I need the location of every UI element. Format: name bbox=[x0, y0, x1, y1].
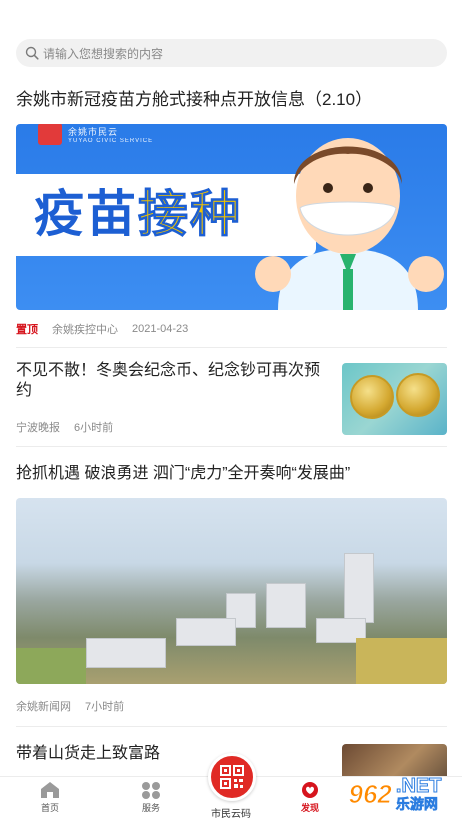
watermark-number: 962 bbox=[348, 779, 392, 810]
article-title: 余姚市新冠疫苗方舱式接种点开放信息（2.10） bbox=[16, 90, 373, 109]
article-time: 2021-04-23 bbox=[132, 323, 189, 335]
field bbox=[16, 648, 86, 684]
tab-services-label: 服务 bbox=[141, 803, 160, 813]
watermark-cn: 乐游网 bbox=[395, 795, 439, 812]
tab-home-label: 首页 bbox=[40, 803, 59, 813]
building bbox=[344, 553, 374, 623]
services-icon bbox=[142, 782, 160, 799]
pinned-badge: 置顶 bbox=[16, 324, 38, 336]
hero-text-part1: 疫苗 bbox=[34, 186, 138, 242]
article-image-vaccine: 余姚市民云 YUYAO CIVIC SERVICE 疫苗接种 bbox=[16, 124, 447, 310]
yuyao-civic-logo: 余姚市民云 YUYAO CIVIC SERVICE bbox=[38, 124, 188, 145]
doctor-illustration bbox=[255, 138, 444, 310]
article-thumbnail-coins bbox=[342, 363, 447, 435]
article-card-coins[interactable]: 不见不散！冬奥会纪念币、纪念钞可再次预约 宁波晚报 6小时前 bbox=[16, 362, 447, 435]
news-feed: 余姚市新冠疫苗方舱式接种点开放信息（2.10） 余姚市民云 YUYAO CIVI… bbox=[16, 80, 447, 804]
search-bar[interactable]: 请输入您想搜索的内容 bbox=[16, 39, 447, 67]
qr-code-icon bbox=[220, 765, 244, 789]
article-meta: 宁波晚报 6小时前 bbox=[16, 419, 326, 435]
discover-icon bbox=[302, 782, 318, 798]
home-icon bbox=[41, 782, 59, 798]
building bbox=[86, 638, 166, 668]
article-card-simen[interactable]: 抢抓机遇 破浪勇进 泗门“虎力”全开奏响“发展曲” 余姚新闻网 7小时前 bbox=[16, 462, 447, 714]
article-meta: 余姚新闻网 7小时前 bbox=[16, 698, 447, 714]
hero-text: 疫苗接种 bbox=[34, 182, 242, 246]
article-time: 6小时前 bbox=[74, 422, 114, 434]
article-source: 余姚疾控中心 bbox=[52, 324, 118, 336]
divider bbox=[16, 347, 447, 348]
article-source: 宁波晚报 bbox=[16, 422, 60, 434]
divider bbox=[16, 446, 447, 447]
field bbox=[356, 638, 447, 684]
article-card-vaccine[interactable]: 余姚市新冠疫苗方舱式接种点开放信息（2.10） 余姚市民云 YUYAO CIVI… bbox=[16, 88, 447, 336]
civic-qr-code-label: 市民云码 bbox=[211, 809, 251, 820]
article-meta: 置顶 余姚疾控中心 2021-04-23 bbox=[16, 322, 447, 336]
building bbox=[176, 618, 236, 646]
divider bbox=[16, 726, 447, 727]
hero-org-sub: YUYAO CIVIC SERVICE bbox=[68, 137, 154, 144]
watermark-net: .NET bbox=[395, 774, 442, 797]
search-icon bbox=[25, 46, 39, 60]
hero-text-part2: 接种 bbox=[138, 186, 242, 243]
coin-image bbox=[350, 375, 394, 419]
article-title: 不见不散！冬奥会纪念币、纪念钞可再次预约 bbox=[16, 362, 321, 399]
civic-qr-code-button[interactable] bbox=[208, 753, 256, 801]
building bbox=[266, 583, 306, 628]
hero-org-text: 余姚市民云 bbox=[68, 126, 119, 137]
search-placeholder: 请输入您想搜索的内容 bbox=[43, 46, 164, 61]
coin-image bbox=[396, 373, 440, 417]
article-time: 7小时前 bbox=[85, 701, 125, 713]
seal-icon bbox=[38, 124, 62, 145]
tab-home[interactable]: 首页 bbox=[20, 781, 80, 814]
tab-services[interactable]: 服务 bbox=[121, 781, 181, 814]
article-image-city bbox=[16, 498, 447, 684]
article-source: 余姚新闻网 bbox=[16, 701, 71, 713]
tab-discover-label: 发现 bbox=[300, 803, 319, 813]
site-watermark: 962 .NET 乐游网 bbox=[328, 772, 462, 817]
article-title: 抢抓机遇 破浪勇进 泗门“虎力”全开奏响“发展曲” bbox=[16, 465, 351, 482]
